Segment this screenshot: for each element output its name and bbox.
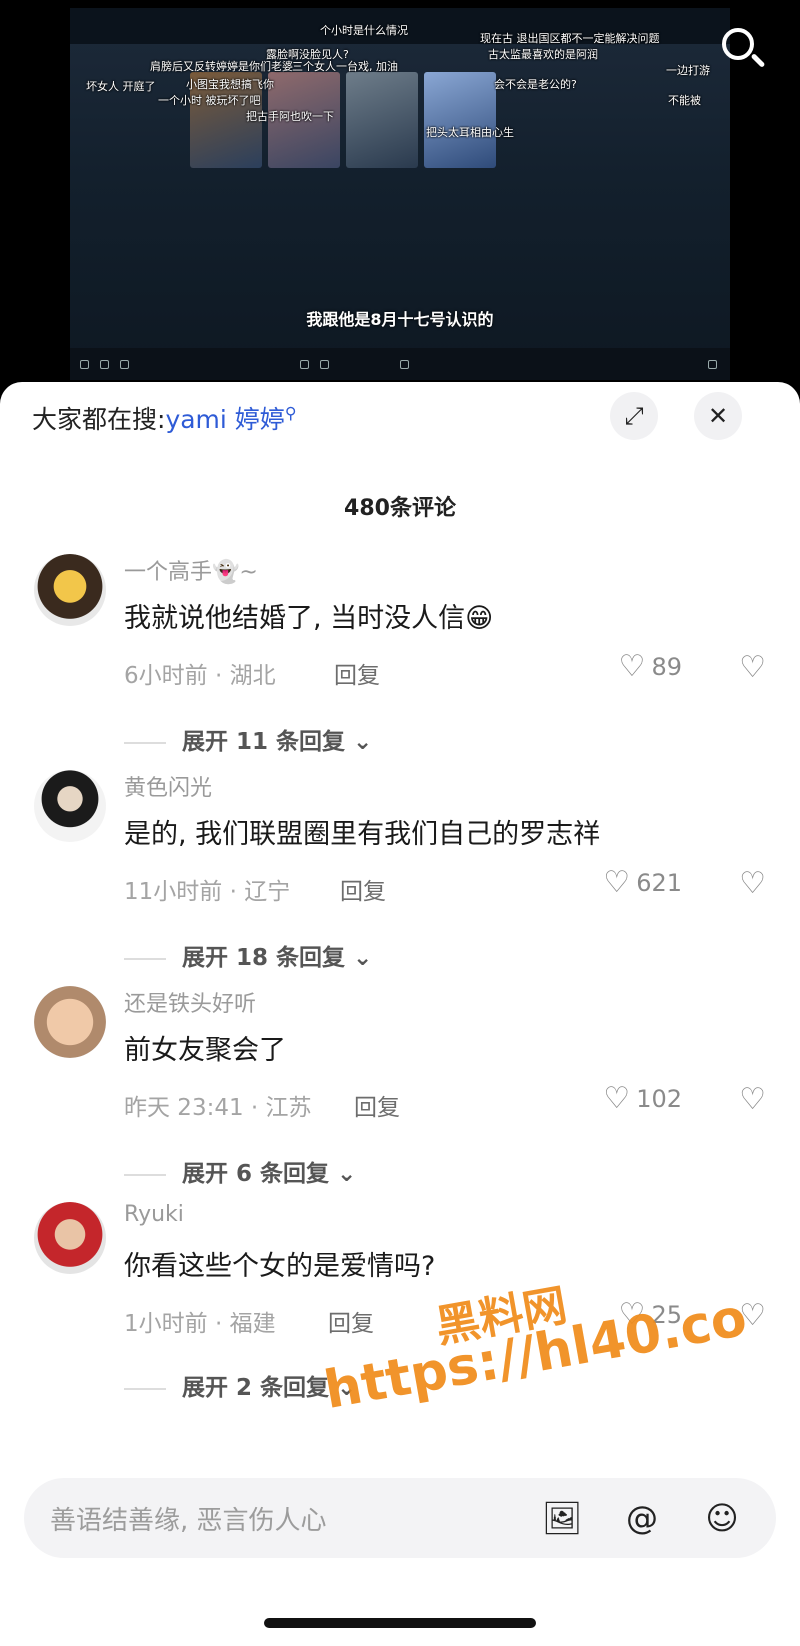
danmaku-comment: 三个女人一台戏, 加油 xyxy=(292,60,398,73)
reply-button[interactable]: 回复 xyxy=(354,1088,400,1122)
heart-icon: ♡ xyxy=(618,649,646,684)
expand-replies-label: 展开 18 条回复 xyxy=(182,945,346,971)
expand-replies-label: 展开 11 条回复 xyxy=(182,729,346,755)
divider-line xyxy=(124,1173,166,1176)
avatar[interactable] xyxy=(34,1202,106,1274)
filter-panel xyxy=(80,80,240,300)
danmaku-comment: 一边打游 xyxy=(666,64,710,77)
search-icon-ring xyxy=(722,28,754,60)
reply-button[interactable]: 回复 xyxy=(328,1304,374,1338)
settings-icon[interactable] xyxy=(120,360,129,369)
expand-replies-button[interactable]: 展开 11 条回复 ⌄ xyxy=(124,722,372,756)
comment-sheet: 大家都在搜:yami 婷婷⚲ ⤢ ✕ 480条评论 一个高手👻~ 我就说他结婚了… xyxy=(0,382,800,1646)
avatar[interactable] xyxy=(34,986,106,1058)
reply-button[interactable]: 回复 xyxy=(334,656,380,690)
player-controls xyxy=(70,348,730,380)
comment-meta: 11小时前 · 辽宁 xyxy=(124,879,291,905)
next-icon[interactable] xyxy=(100,360,109,369)
comment-meta: 昨天 23:41 · 江苏 xyxy=(124,1095,312,1121)
hero-card xyxy=(346,72,418,168)
danmaku-comment: 一个小时 被玩坏了吧 xyxy=(158,94,261,107)
volume-icon[interactable] xyxy=(320,360,329,369)
expand-sheet-button[interactable]: ⤢ xyxy=(610,392,658,440)
hero-card xyxy=(424,72,496,168)
heart-icon: ♡ xyxy=(603,1081,631,1116)
fullscreen-icon[interactable] xyxy=(708,360,717,369)
chevron-down-icon: ⌄ xyxy=(353,729,373,755)
comment-meta: 6小时前 · 湖北 xyxy=(124,663,276,689)
like-button[interactable]: ♡ 89 xyxy=(619,652,682,682)
emoji-icon[interactable]: ☺ xyxy=(696,1492,748,1544)
expand-replies-button[interactable]: 展开 18 条回复 ⌄ xyxy=(124,938,372,972)
danmaku-comment: 会不会是老公的? xyxy=(494,78,577,91)
expand-replies-label: 展开 6 条回复 xyxy=(182,1161,330,1187)
comment-username[interactable]: 还是铁头好听 xyxy=(124,986,256,1018)
chevron-down-icon: ⌄ xyxy=(337,1161,357,1187)
comment-count: 480条评论 xyxy=(344,496,456,521)
search-icon[interactable] xyxy=(722,28,766,72)
comment-text: 你看这些个女的是爱情吗? xyxy=(124,1251,436,1282)
video-subtitle: 我跟他是8月十七号认识的 xyxy=(306,310,494,329)
like-count: 102 xyxy=(636,1085,682,1113)
divider-line xyxy=(124,1387,166,1390)
danmaku-comment: 把头太耳相由心生 xyxy=(426,126,514,139)
comment-text: 我就说他结婚了, 当时没人信😁 xyxy=(124,603,494,634)
danmaku-comment: 不能被 xyxy=(668,94,701,107)
video-player[interactable]: 个小时是什么情况 现在古 退出国区都不一定能解决问题 露脸啊没脸见人? 肩膀后又… xyxy=(0,0,800,390)
danmaku-toggle-icon[interactable] xyxy=(300,360,309,369)
expand-replies-button[interactable]: 展开 6 条回复 ⌄ xyxy=(124,1154,356,1188)
comment-text: 前女友聚会了 xyxy=(124,1035,286,1066)
comment-input-placeholder: 善语结善缘, 恶言伤人心 xyxy=(50,1506,327,1536)
trending-search[interactable]: 大家都在搜:yami 婷婷⚲ xyxy=(32,400,297,436)
close-icon: ✕ xyxy=(707,402,729,430)
home-indicator xyxy=(264,1618,536,1628)
chevron-down-icon: ⌄ xyxy=(353,945,373,971)
trending-search-keyword[interactable]: yami 婷婷 xyxy=(165,405,284,434)
comment-username[interactable]: 黄色闪光 xyxy=(124,770,212,802)
dislike-icon[interactable]: ♡ xyxy=(739,866,766,901)
divider-line xyxy=(124,741,166,744)
danmaku-comment: 小图宝我想搞飞你 xyxy=(186,78,274,91)
comment-input[interactable]: 善语结善缘, 恶言伤人心 🖼 @ ☺ xyxy=(24,1478,776,1558)
video-frame[interactable]: 个小时是什么情况 现在古 退出国区都不一定能解决问题 露脸啊没脸见人? 肩膀后又… xyxy=(70,8,730,380)
expand-icon: ⤢ xyxy=(624,402,644,430)
danmaku-comment: 婷婷是你们老婆 xyxy=(216,60,293,73)
comment-text: 是的, 我们联盟圈里有我们自己的罗志祥 xyxy=(124,819,601,850)
pause-icon[interactable] xyxy=(80,360,89,369)
search-icon-handle xyxy=(750,53,766,68)
comment-meta: 1小时前 · 福建 xyxy=(124,1311,276,1337)
avatar[interactable] xyxy=(34,770,106,842)
danmaku-comment: 肩膀后又反转 xyxy=(150,60,216,73)
dislike-icon[interactable]: ♡ xyxy=(739,650,766,685)
expand-replies-label: 展开 2 条回复 xyxy=(182,1375,330,1401)
comment-username[interactable]: 一个高手👻~ xyxy=(124,554,258,586)
trending-search-prefix: 大家都在搜: xyxy=(32,405,166,434)
reply-button[interactable]: 回复 xyxy=(340,872,386,906)
danmaku-comment: 坏女人 开庭了 xyxy=(86,80,156,93)
close-button[interactable]: ✕ xyxy=(694,392,742,440)
like-count: 89 xyxy=(651,653,682,681)
comment-username[interactable]: Ryuki xyxy=(124,1202,184,1227)
like-button[interactable]: ♡ 621 xyxy=(603,868,682,898)
like-button[interactable]: ♡ 102 xyxy=(603,1084,682,1114)
mention-icon[interactable]: @ xyxy=(616,1492,668,1544)
danmaku-comment: 个小时是什么情况 xyxy=(320,24,408,37)
avatar[interactable] xyxy=(34,554,106,626)
dislike-icon[interactable]: ♡ xyxy=(739,1082,766,1117)
like-count: 621 xyxy=(636,869,682,897)
image-icon[interactable]: 🖼 xyxy=(536,1492,588,1544)
live-icon[interactable] xyxy=(400,360,409,369)
divider-line xyxy=(124,957,166,960)
search-small-icon: ⚲ xyxy=(284,403,297,423)
heart-icon: ♡ xyxy=(603,865,631,900)
danmaku-comment: 古太监最喜欢的是阿润 xyxy=(488,48,598,61)
danmaku-comment: 把古手阿也吹一下 xyxy=(246,110,334,123)
danmaku-comment: 现在古 退出国区都不一定能解决问题 xyxy=(480,32,660,45)
